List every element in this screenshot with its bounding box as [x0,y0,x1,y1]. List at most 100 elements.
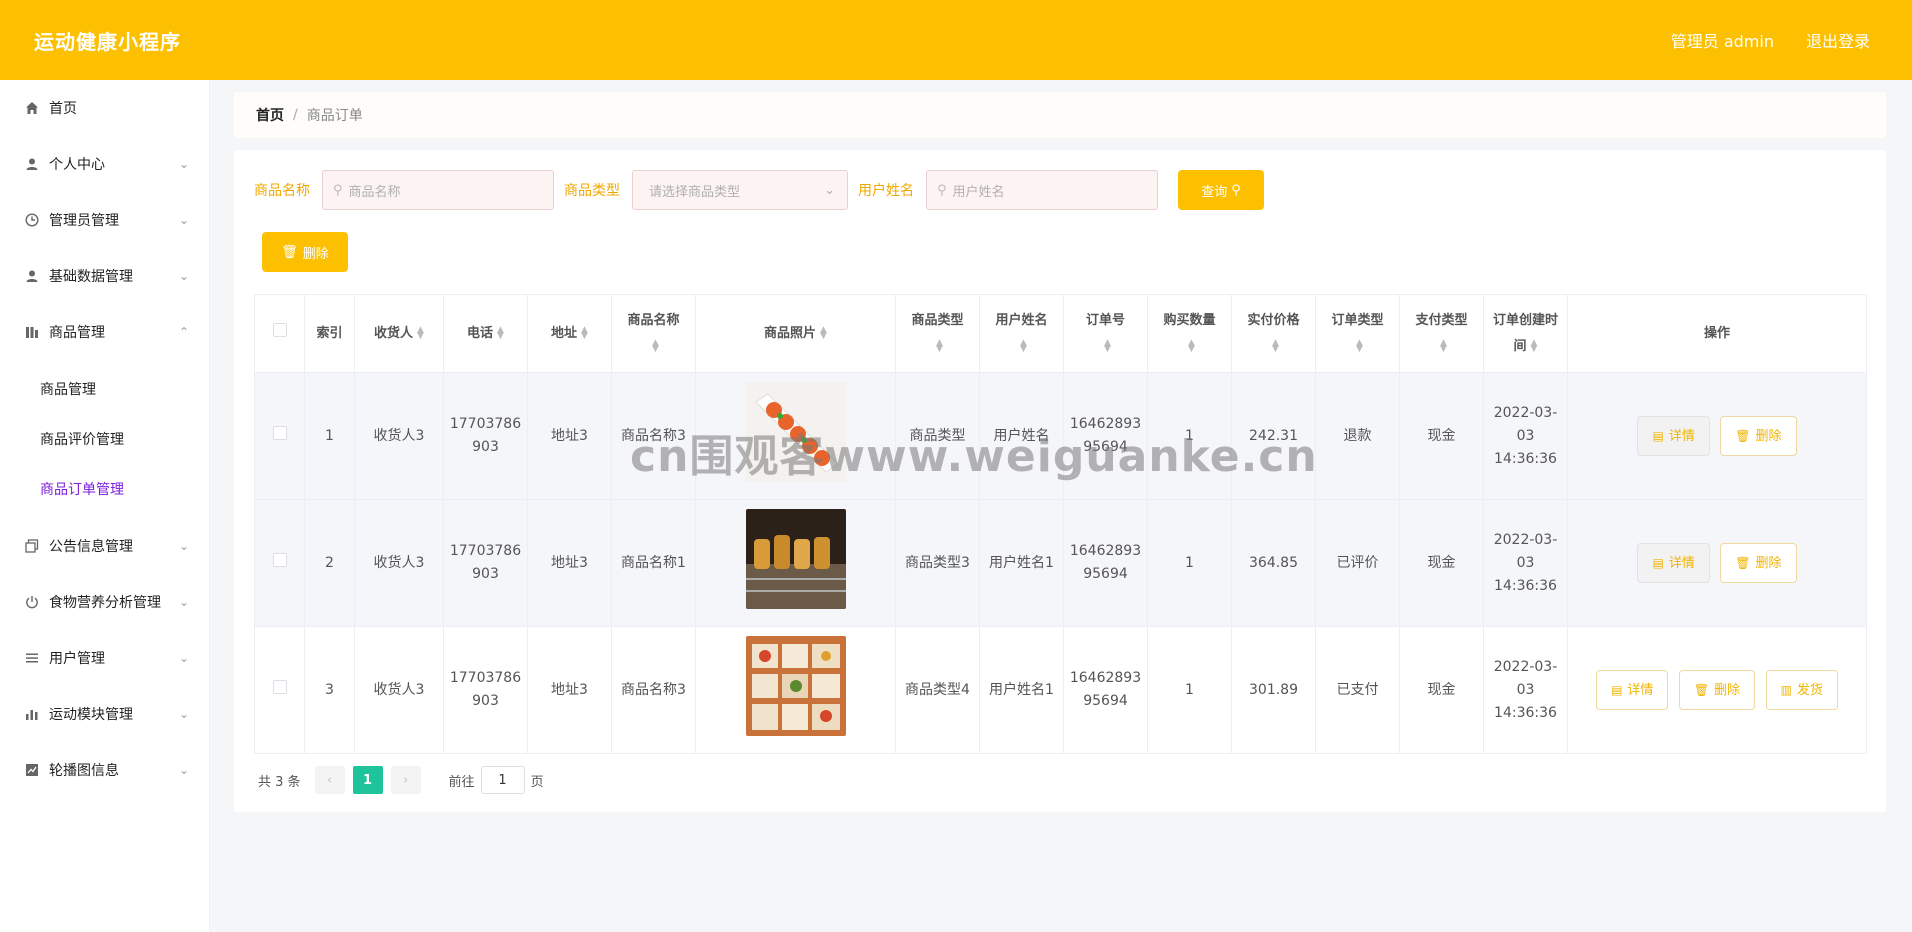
query-button[interactable]: 查询 ⚲ [1178,170,1264,210]
top-header: 运动健康小程序 管理员 admin 退出登录 [0,0,1912,80]
cell-price: 242.31 [1231,372,1316,500]
breadcrumb-home[interactable]: 首页 [256,105,284,125]
chevron-down-icon: ⌄ [824,182,835,198]
table-row: 1 收货人3 17703786903 地址3 商品名称3 商品类型 用户姓名 1… [254,372,1867,500]
col-header-index: 索引 [304,294,355,373]
goto-page-input[interactable]: 1 [480,766,525,794]
home-icon [24,100,40,116]
col-header-address[interactable]: 地址 ▲ ▼ [527,294,612,373]
page-unit-label: 页 [530,774,544,790]
cell-created-time: 2022-03-03 14:36:36 [1483,626,1568,754]
sidebar-item-personal[interactable]: 个人中心 ⌄ [0,136,209,192]
cell-created-time: 2022-03-03 14:36:36 [1483,499,1568,627]
prev-page-button[interactable]: ‹ [314,766,345,794]
cell-quantity: 1 [1147,372,1232,500]
batch-delete-label: 删除 [302,246,329,262]
sidebar-item-users[interactable]: 用户管理 ⌄ [0,630,209,686]
user-name-input[interactable]: ⚲ 用户姓名 [926,170,1158,210]
cell-order-type: 退款 [1315,372,1400,500]
detail-button[interactable]: ▤ 详情 [1637,543,1710,583]
bar-chart-icon [24,706,40,722]
col-header-pay-type[interactable]: 支付类型 ▲ ▼ [1399,294,1484,373]
sidebar-item-label: 轮播图信息 [49,763,119,779]
sort-icon: ▲ ▼ [820,325,827,341]
sidebar-item-admins[interactable]: 管理员管理 ⌄ [0,192,209,248]
detail-button[interactable]: ▤ 详情 [1596,670,1669,710]
delete-button[interactable]: 🗑 删除 [1720,416,1797,456]
col-header-order-type[interactable]: 订单类型 ▲ ▼ [1315,294,1400,373]
table-header-row: 索引 收货人 ▲ ▼ 电话 ▲ ▼ 地址 ▲ ▼ 商品名称 ▲ ▼ 商品照片 ▲ ▼ 商品类型 ▲ ▼ … [254,294,1867,373]
product-image[interactable] [745,636,846,736]
col-header-phone[interactable]: 电话 ▲ ▼ [443,294,528,373]
cell-price: 301.89 [1231,626,1316,754]
cell-product-photo [695,626,896,754]
cell-receiver: 收货人3 [354,499,444,627]
product-type-placeholder: 请选择商品类型 [649,184,741,200]
ship-button[interactable]: ▥ 发货 [1765,670,1838,710]
header-actions: 管理员 admin 退出登录 [1671,28,1870,52]
batch-delete-button[interactable]: 🗑 删除 [262,232,348,272]
product-image[interactable] [745,509,846,609]
col-header-price[interactable]: 实付价格 ▲ ▼ [1231,294,1316,373]
sidebar-item-nutrition[interactable]: 食物营养分析管理 ⌄ [0,574,209,630]
col-header-product-name[interactable]: 商品名称 ▲ ▼ [611,294,696,373]
col-header-user-name[interactable]: 用户姓名 ▲ ▼ [979,294,1064,373]
col-header-product-photo[interactable]: 商品照片 ▲ ▼ [695,294,896,373]
detail-button[interactable]: ▤ 详情 [1637,416,1710,456]
app-title: 运动健康小程序 [34,29,181,54]
row-checkbox[interactable] [254,499,305,627]
next-page-button[interactable]: › [390,766,421,794]
user-name-placeholder: 用户姓名 [952,184,1005,200]
product-image[interactable] [745,382,846,482]
trash-icon: 🗑 [1735,428,1751,443]
power-icon [24,594,40,610]
sidebar-item-home[interactable]: 首页 [0,80,209,136]
delete-button[interactable]: 🗑 删除 [1678,670,1756,710]
cell-index: 3 [304,626,355,754]
pagination-total: 共 3 条 [258,774,301,790]
cell-quantity: 1 [1147,499,1232,627]
orders-table: 索引 收货人 ▲ ▼ 电话 ▲ ▼ 地址 ▲ ▼ 商品名称 ▲ ▼ 商品照片 ▲ ▼ 商品类型 ▲ ▼ … [254,294,1867,754]
cell-order-type: 已支付 [1315,626,1400,754]
cell-actions: ▤ 详情 🗑 删除 ▥ 发货 [1567,626,1867,754]
delete-button[interactable]: 🗑 删除 [1720,543,1797,583]
admin-label[interactable]: 管理员 admin [1671,28,1774,52]
chevron-down-icon: ⌄ [178,707,189,721]
sort-icon: ▲ ▼ [936,338,943,354]
trend-icon [24,762,40,778]
row-checkbox[interactable] [254,626,305,754]
sidebar-item-label: 管理员管理 [49,213,119,229]
sidebar-item-goods[interactable]: 商品管理 ⌃ [0,304,209,360]
logout-button[interactable]: 退出登录 [1806,28,1870,52]
sidebar-item-basedata[interactable]: 基础数据管理 ⌄ [0,248,209,304]
page-number-current[interactable]: 1 [352,766,383,794]
sidebar-item-notices[interactable]: 公告信息管理 ⌄ [0,518,209,574]
col-header-quantity[interactable]: 购买数量 ▲ ▼ [1147,294,1232,373]
cell-index: 1 [304,372,355,500]
product-name-input[interactable]: ⚲ 商品名称 [322,170,554,210]
filter-label-product-name: 商品名称 [254,183,310,199]
submenu-item-reviews[interactable]: 商品评价管理 [0,414,209,464]
col-header-receiver[interactable]: 收货人 ▲ ▼ [354,294,444,373]
col-header-created-time[interactable]: 订单创建时间 ▲ ▼ [1483,294,1568,373]
copy-icon [24,538,40,554]
select-all-checkbox[interactable] [254,294,305,373]
sidebar: 首页 个人中心 ⌄ 管理员管理 ⌄ 基础数据管理 ⌄ 商品管理 ⌃ 商品管理 商… [0,80,210,932]
cell-order-no: 1646289395694 [1063,499,1148,627]
col-header-order-no[interactable]: 订单号 ▲ ▼ [1063,294,1148,373]
cell-created-time: 2022-03-03 14:36:36 [1483,372,1568,500]
cell-product-name: 商品名称3 [611,372,696,500]
sidebar-item-carousel[interactable]: 轮播图信息 ⌄ [0,742,209,798]
submenu-item-goods[interactable]: 商品管理 [0,364,209,414]
sidebar-item-sports[interactable]: 运动模块管理 ⌄ [0,686,209,742]
row-checkbox[interactable] [254,372,305,500]
submenu-item-orders[interactable]: 商品订单管理 [0,464,209,514]
product-type-select[interactable]: 请选择商品类型 ⌄ [632,170,848,210]
product-name-placeholder: 商品名称 [348,184,401,200]
chevron-up-icon: ⌃ [178,325,189,339]
chevron-down-icon: ⌄ [178,651,189,665]
col-header-product-type[interactable]: 商品类型 ▲ ▼ [895,294,980,373]
sidebar-item-label: 个人中心 [49,157,105,173]
sort-icon: ▲ ▼ [1356,338,1363,354]
search-icon: ⚲ [1231,182,1241,198]
